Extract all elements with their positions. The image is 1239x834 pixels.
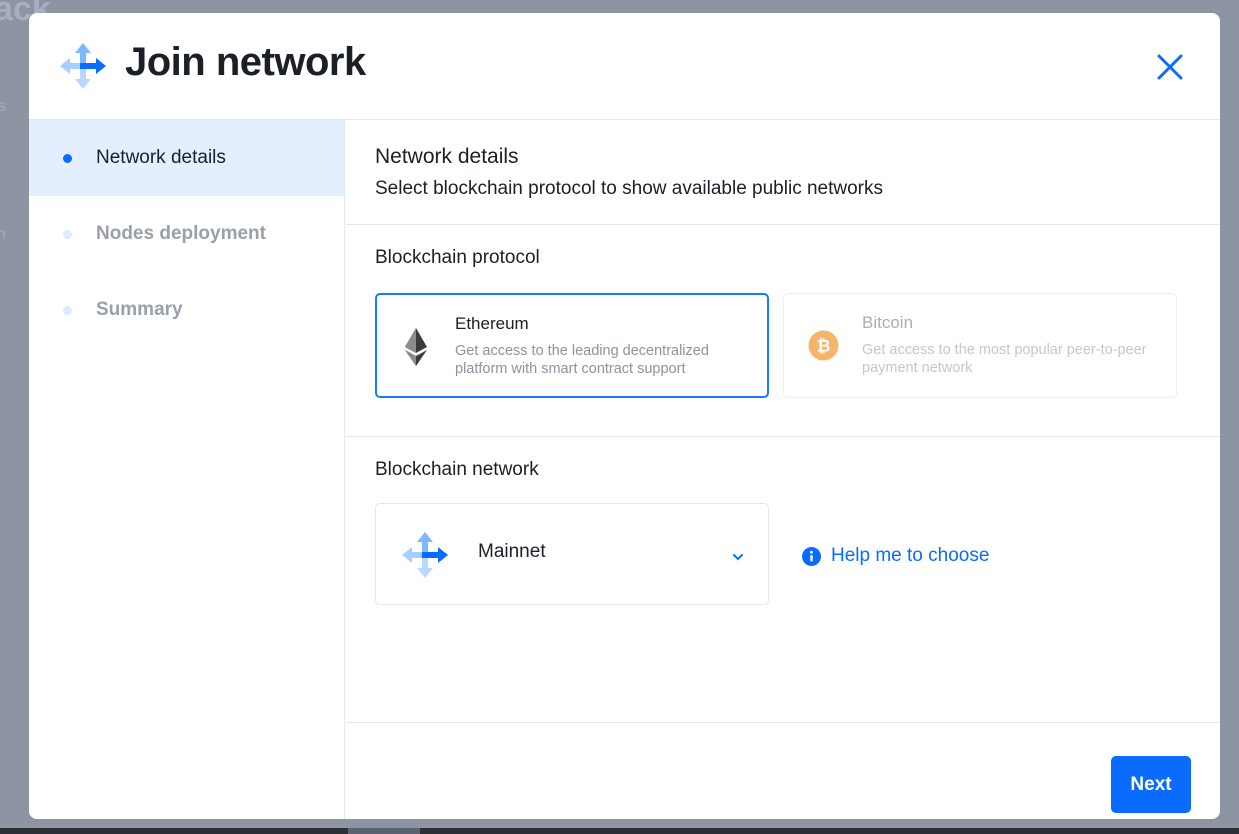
modal-title: Join network: [125, 40, 366, 84]
step-indicator-dot: [63, 305, 72, 315]
ethereum-option-card[interactable]: Ethereum Get access to the leading decen…: [375, 293, 769, 398]
section-header: Network details Select blockchain protoc…: [346, 120, 1220, 225]
protocol-section: Blockchain protocol Ethereum Get access …: [346, 225, 1220, 437]
step-nodes-deployment[interactable]: Nodes deployment: [29, 196, 344, 272]
step-summary[interactable]: Summary: [29, 272, 344, 348]
help-link-label: Help me to choose: [831, 545, 990, 566]
next-button[interactable]: Next: [1111, 756, 1191, 813]
network-arrows-logo-icon: [402, 532, 448, 578]
step-network-details[interactable]: Network details: [29, 120, 344, 196]
bitcoin-option-card[interactable]: ₿ Bitcoin Get access to the most popular…: [783, 293, 1177, 398]
section-title: Network details: [375, 145, 519, 168]
card-description: Get access to the most popular peer-to-p…: [862, 342, 1147, 376]
protocol-label: Blockchain protocol: [375, 247, 540, 268]
modal-header: Join network: [29, 13, 1220, 120]
step-indicator-dot: [63, 229, 72, 239]
network-label: Blockchain network: [375, 459, 539, 480]
info-icon: [802, 546, 821, 566]
section-subtitle: Select blockchain protocol to show avail…: [375, 178, 883, 199]
modal-content: Network details Select blockchain protoc…: [346, 120, 1220, 819]
card-description: Get access to the leading decentralized …: [455, 343, 709, 377]
network-arrows-logo-icon: [60, 43, 106, 89]
join-network-modal: Join network Network details Nodes deplo…: [29, 13, 1220, 819]
step-indicator-dot: [63, 153, 72, 163]
step-label: Network details: [96, 147, 226, 168]
taskbar-strip: [0, 828, 1239, 834]
chevron-down-icon: [733, 554, 743, 561]
network-select[interactable]: Mainnet: [375, 503, 769, 605]
bitcoin-icon: ₿: [808, 330, 839, 361]
card-title: Bitcoin: [862, 313, 914, 332]
backdrop-mark: n: [0, 226, 6, 243]
close-icon: [1157, 54, 1183, 80]
network-section: Blockchain network Mainnet Help me to ch…: [346, 437, 1220, 723]
step-label: Nodes deployment: [96, 223, 266, 244]
close-button[interactable]: [1153, 50, 1187, 84]
card-title: Ethereum: [455, 314, 529, 333]
network-select-value: Mainnet: [478, 541, 546, 562]
ethereum-icon: [405, 328, 427, 366]
stepper-sidebar: Network details Nodes deployment Summary: [29, 120, 345, 819]
help-me-choose-link[interactable]: Help me to choose: [802, 545, 989, 567]
backdrop-mark: s: [0, 98, 6, 115]
step-label: Summary: [96, 299, 183, 320]
svg-text:₿: ₿: [817, 337, 831, 357]
